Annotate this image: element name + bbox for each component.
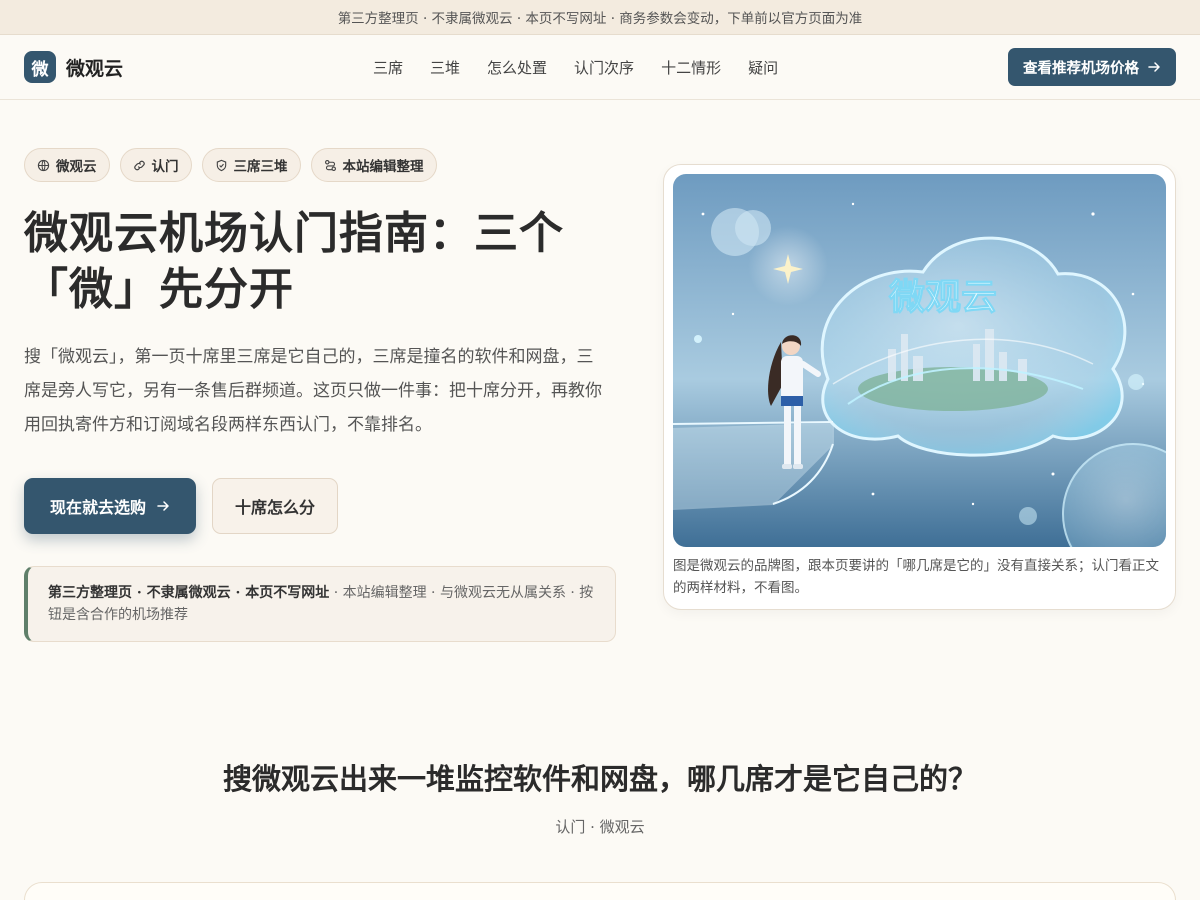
chip-three-seats[interactable]: 三席三堆 — [201, 148, 301, 182]
disclaimer-box: 第三方整理页 · 不隶属微观云 · 本页不写网址 · 本站编辑整理 · 与微观云… — [24, 566, 616, 642]
section-subtitle: 认门 · 微观云 — [555, 818, 645, 836]
section-title: 搜微观云出来一堆监控软件和网盘，哪几席才是它自己的？ — [222, 762, 977, 796]
notice-bar: 第三方整理页 · 不隶属微观云 · 本页不写网址 · 商务参数会变动，下单前以官… — [0, 0, 1200, 35]
hero-actions: 现在就去选购 十席怎么分 — [24, 478, 616, 534]
disclaimer-strong: 第三方整理页 · 不隶属微观云 · 本页不写网址 — [48, 585, 330, 601]
hero: 微观云 认门 三席三堆 本站编辑整理 微观云机场认门指南：三个「微」先分开 搜「… — [24, 148, 616, 642]
brand-name: 微观云 — [66, 57, 124, 80]
brand-image-card: 微观云 图是微观云的品牌图，跟本页要讲的「哪几席是它的」没有直接关系；认门看正文… — [663, 164, 1176, 610]
chip-label: 微观云 — [56, 159, 97, 175]
hero-description: 搜「微观云」，第一页十席里三席是它自己的，三席是撞名的软件和网盘，三席是旁人写它… — [24, 347, 602, 435]
chip-brand[interactable]: 微观云 — [24, 148, 110, 182]
page-title: 微观云机场认门指南：三个「微」先分开 — [24, 208, 564, 315]
nav-link-sanxi[interactable]: 三席 — [373, 57, 403, 78]
how-to-divide-label: 十席怎么分 — [235, 498, 316, 517]
shop-now-button[interactable]: 现在就去选购 — [24, 478, 197, 534]
chip-label: 三席三堆 — [233, 159, 288, 175]
shop-now-label: 现在就去选购 — [50, 498, 147, 517]
globe-icon — [37, 159, 50, 171]
view-prices-button[interactable]: 查看推荐机场价格 — [1008, 48, 1176, 86]
nav-link-handling[interactable]: 怎么处置 — [487, 57, 547, 78]
image-caption: 图是微观云的品牌图，跟本页要讲的「哪几席是它的」没有直接关系；认门看正文的两样材… — [673, 558, 1159, 596]
nav-link-faq[interactable]: 疑问 — [748, 57, 778, 78]
arrow-right-icon — [157, 501, 169, 511]
brand-logo: 微 — [24, 51, 56, 83]
route-icon — [324, 159, 336, 171]
how-to-divide-button[interactable]: 十席怎么分 — [212, 478, 339, 534]
top-nav: 微 微观云 三席 三堆 怎么处置 认门次序 十二情形 疑问 查看推荐机场价格 — [0, 35, 1200, 100]
brand-illustration: 微观云 — [673, 174, 1166, 547]
nav-link-order[interactable]: 认门次序 — [574, 57, 634, 78]
shield-icon — [216, 159, 226, 171]
chip-label: 认门 — [151, 159, 179, 175]
chip-editorial[interactable]: 本站编辑整理 — [310, 148, 437, 182]
content-card — [24, 882, 1176, 900]
notice-text: 第三方整理页 · 不隶属微观云 · 本页不写网址 · 商务参数会变动，下单前以官… — [337, 11, 863, 27]
arrow-right-icon — [1148, 62, 1160, 72]
nav-links: 三席 三堆 怎么处置 认门次序 十二情形 疑问 — [373, 35, 778, 100]
view-prices-label: 查看推荐机场价格 — [1023, 59, 1139, 77]
chip-identify[interactable]: 认门 — [119, 148, 192, 182]
link-icon — [133, 160, 145, 170]
chip-label: 本站编辑整理 — [342, 159, 424, 175]
tag-chips: 微观云 认门 三席三堆 本站编辑整理 — [24, 148, 616, 182]
nav-link-twelve-cases[interactable]: 十二情形 — [661, 57, 721, 78]
nav-link-sandui[interactable]: 三堆 — [430, 57, 460, 78]
brand[interactable]: 微 微观云 — [24, 51, 123, 83]
illustration-brand-text: 微观云 — [888, 277, 997, 318]
